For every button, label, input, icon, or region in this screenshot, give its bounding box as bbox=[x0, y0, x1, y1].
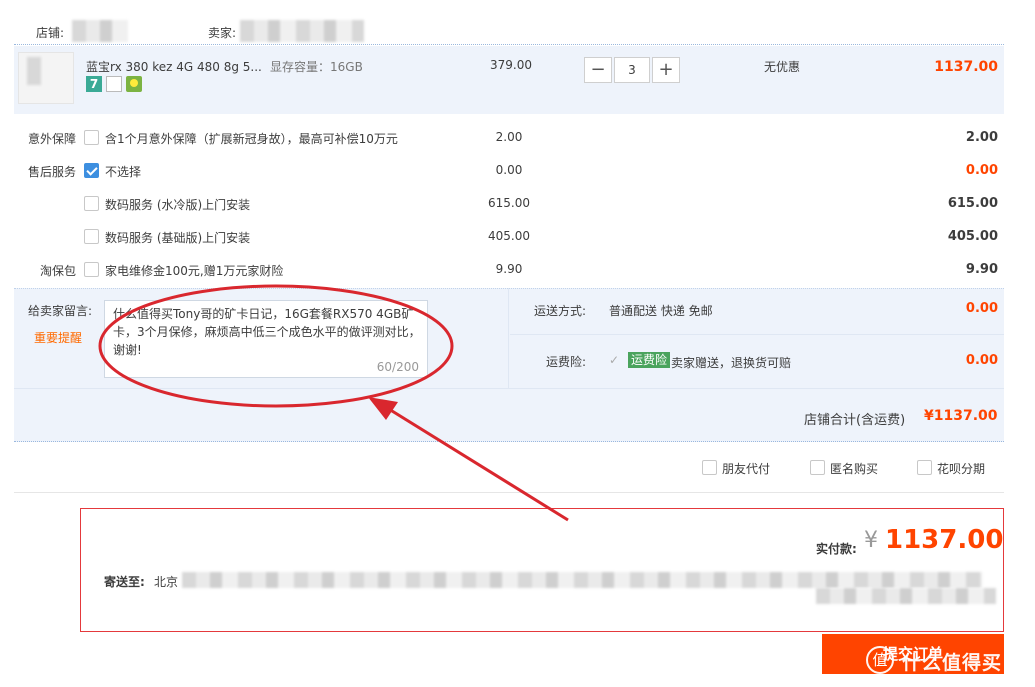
annotation-arrow-head bbox=[368, 397, 398, 420]
annotation-ellipse bbox=[98, 284, 454, 408]
annotation-overlay bbox=[98, 284, 569, 522]
annotation-arrow-shaft bbox=[383, 404, 569, 522]
